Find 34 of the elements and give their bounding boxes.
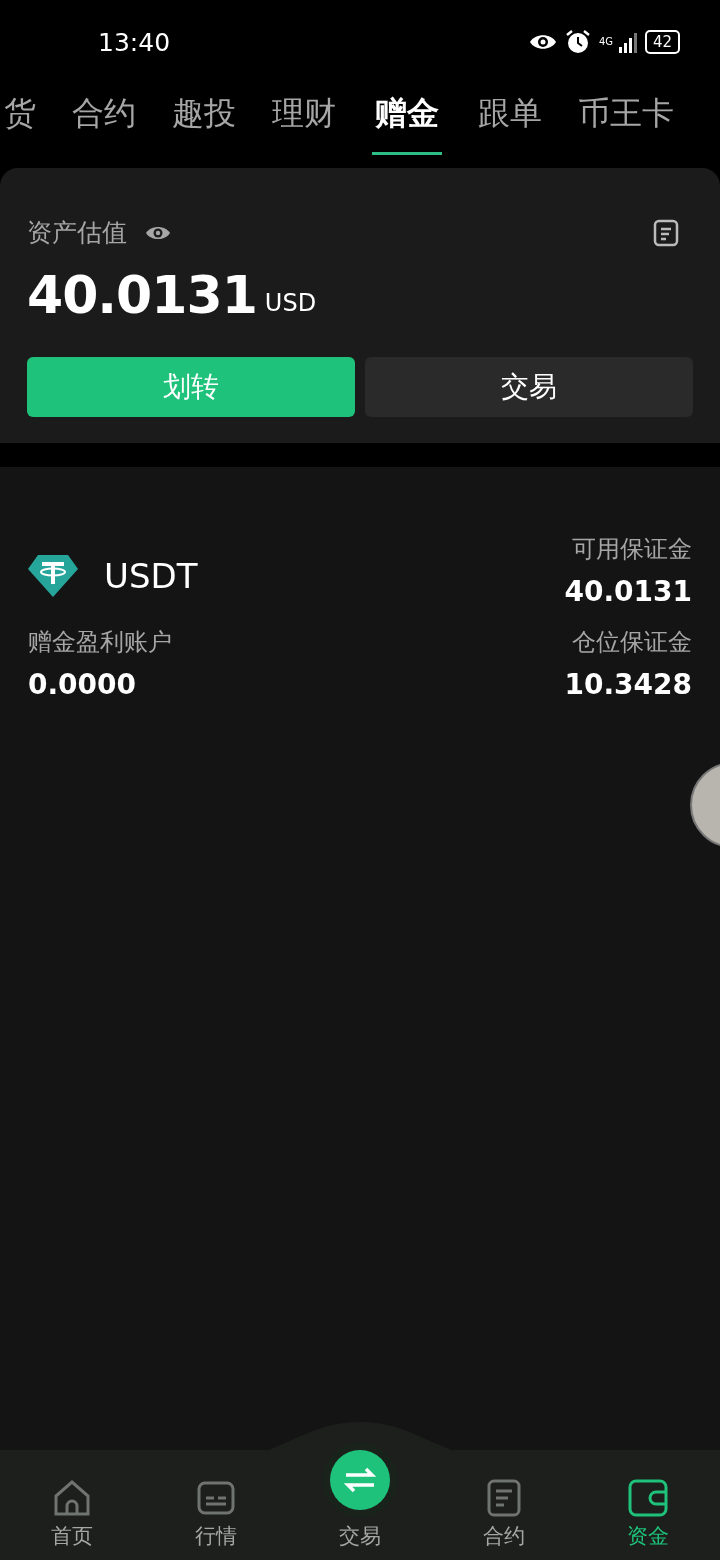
signal-icon: [618, 31, 637, 53]
tab[interactable]: 趣投: [172, 84, 236, 168]
stat-label: 赠金盈利账户: [28, 627, 172, 658]
nav-item[interactable]: 首页: [0, 1478, 144, 1550]
asset-amount: 40.0131: [27, 265, 257, 325]
stat-value: 10.3428: [564, 668, 692, 701]
wallet-icon: [627, 1478, 669, 1518]
swap-icon: [343, 1466, 377, 1494]
currency-unit: USD: [264, 289, 317, 319]
alarm-icon: [564, 29, 591, 55]
nav-item[interactable]: 行情: [144, 1478, 288, 1550]
stat-value: 40.0131: [564, 575, 692, 608]
tab[interactable]: 赠金: [372, 84, 442, 168]
card-title: 资产估值: [27, 217, 127, 249]
stat-label: 可用保证金: [572, 534, 692, 565]
coin-logo-icon: [28, 555, 78, 597]
stat-label: 仓位保证金: [572, 627, 692, 658]
eye-icon: [528, 32, 557, 52]
document-icon[interactable]: [653, 218, 679, 247]
clock: 13:40: [98, 27, 172, 57]
nav-item[interactable]: 合约: [432, 1478, 576, 1550]
battery-level: 42: [644, 30, 680, 54]
tab[interactable]: 币王卡: [578, 84, 674, 168]
nav-item[interactable]: 资金: [576, 1478, 720, 1550]
tab[interactable]: 跟单: [478, 84, 542, 168]
tab[interactable]: 货: [4, 84, 36, 168]
stat-value: 0.0000: [28, 668, 137, 701]
tab[interactable]: 理财: [272, 84, 336, 168]
tab[interactable]: 合约: [72, 84, 136, 168]
network-type: 4G: [598, 37, 611, 47]
home-icon: [52, 1478, 92, 1518]
trade-button[interactable]: 交易: [365, 357, 693, 417]
nav-item[interactable]: 交易: [288, 1450, 432, 1550]
coin-name: USDT: [104, 556, 198, 596]
